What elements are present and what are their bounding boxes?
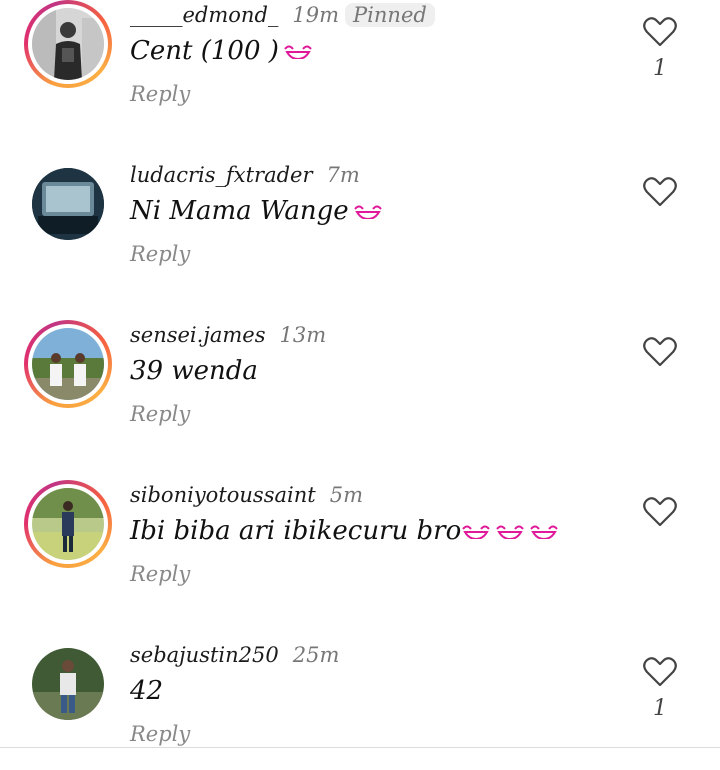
comment-text: Ibi biba ari ibikecuru bro [130, 516, 559, 546]
avatar-container[interactable] [24, 640, 112, 728]
laughing-emoji-icon [530, 525, 559, 539]
laughing-emoji-icon [353, 205, 382, 219]
comment-item: siboniyotoussaint 5m Ibi biba ari ibikec… [0, 480, 720, 640]
like-count: 1 [653, 56, 667, 81]
comment-time: 5m [329, 483, 363, 507]
pinned-badge: Pinned [345, 3, 435, 27]
comment-text: Cent (100 ) [130, 36, 313, 66]
comment-username[interactable]: siboniyotoussaint [130, 483, 316, 507]
comment-item: sensei.james 13m 39 wenda Reply [0, 320, 720, 480]
comment-time: 25m [292, 643, 340, 667]
comment-text: 42 [130, 676, 164, 706]
comment-time: 13m [279, 323, 327, 347]
heart-outline-icon[interactable] [642, 336, 678, 368]
reply-button[interactable]: Reply [130, 722, 190, 746]
comment-time: 7m [326, 163, 360, 187]
comment-time: 19m [292, 3, 340, 27]
comment-username[interactable]: ludacris_fxtrader [130, 163, 313, 187]
reply-button[interactable]: Reply [130, 82, 190, 106]
comment-item: ludacris_fxtrader 7m Ni Mama Wange Reply [0, 160, 720, 320]
comment-item: sebajustin250 25m 42 Reply 1 [0, 640, 720, 746]
reply-button[interactable]: Reply [130, 562, 190, 586]
comment-username[interactable]: sensei.james [130, 323, 265, 347]
avatar-story-ring[interactable] [24, 0, 112, 88]
laughing-emoji-icon [462, 525, 491, 539]
avatar-story-ring[interactable] [24, 480, 112, 568]
avatar [32, 168, 104, 240]
divider [0, 747, 720, 748]
avatar [32, 488, 104, 560]
heart-outline-icon[interactable] [642, 176, 678, 208]
avatar [32, 8, 104, 80]
comment-text: 39 wenda [130, 356, 258, 386]
comment-username[interactable]: _____edmond_ [130, 3, 278, 27]
heart-outline-icon[interactable] [642, 16, 678, 48]
avatar-container[interactable] [24, 160, 112, 248]
like-count: 1 [653, 696, 667, 721]
reply-button[interactable]: Reply [130, 402, 190, 426]
avatar [32, 648, 104, 720]
comment-username[interactable]: sebajustin250 [130, 643, 279, 667]
laughing-emoji-icon [284, 45, 312, 59]
comment-item: _____edmond_ 19m Pinned Cent (100 ) Repl… [0, 0, 720, 160]
laughing-emoji-icon [496, 525, 525, 539]
heart-outline-icon[interactable] [642, 656, 678, 688]
avatar-story-ring[interactable] [24, 320, 112, 408]
reply-button[interactable]: Reply [130, 242, 190, 266]
heart-outline-icon[interactable] [642, 496, 678, 528]
comment-text: Ni Mama Wange [130, 196, 383, 226]
avatar [32, 328, 104, 400]
